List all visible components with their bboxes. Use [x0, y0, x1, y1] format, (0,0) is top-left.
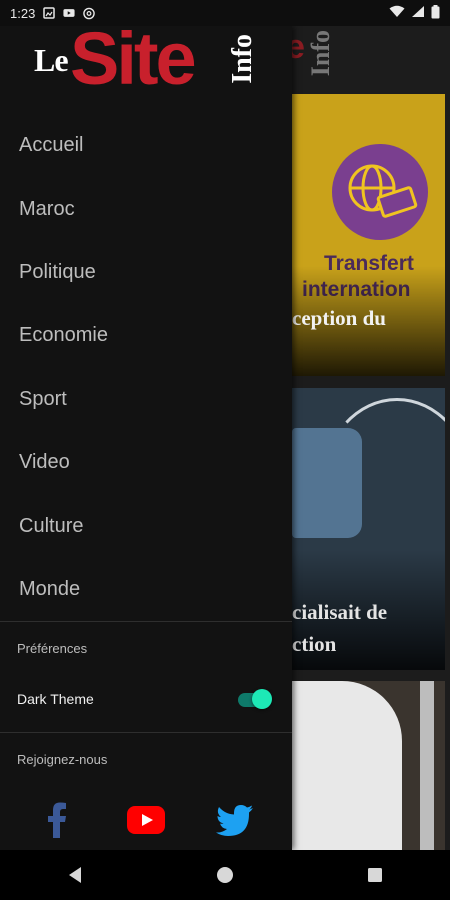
logo-le: Le	[34, 42, 69, 78]
youtube-icon[interactable]	[126, 800, 166, 840]
headline-line: ction	[292, 632, 337, 656]
menu-item-economie[interactable]: Economie	[0, 304, 292, 367]
background-post	[420, 681, 434, 851]
globe-money-icon	[332, 144, 428, 240]
back-icon[interactable]	[55, 855, 95, 895]
status-right	[389, 4, 440, 22]
home-icon[interactable]	[205, 855, 245, 895]
logo-site: Site	[70, 17, 197, 100]
chef-image	[292, 681, 402, 851]
dark-theme-toggle[interactable]	[236, 689, 272, 710]
menu-item-video[interactable]: Video	[0, 431, 292, 494]
menu-item-maroc[interactable]: Maroc	[0, 177, 292, 240]
battery-icon	[431, 4, 440, 22]
signal-icon	[411, 5, 425, 21]
wifi-icon	[389, 5, 405, 21]
article-card[interactable]: cialisait de ction	[292, 388, 445, 670]
recents-icon[interactable]	[355, 855, 395, 895]
article-headline: ception du	[292, 306, 386, 330]
article-headline: cialisait de ction	[292, 596, 387, 660]
header-logo-fragment: e Info	[292, 26, 352, 90]
dark-theme-label: Dark Theme	[17, 691, 94, 708]
drawer-menu: Accueil Maroc Politique Economie Sport V…	[0, 114, 292, 621]
youtube-icon	[63, 7, 75, 19]
dark-theme-row[interactable]: Dark Theme	[0, 674, 292, 724]
join-us-section-label: Rejoignez-nous	[17, 751, 108, 767]
menu-item-culture[interactable]: Culture	[0, 494, 292, 557]
social-links	[0, 785, 292, 845]
logo-fragment-e: e	[292, 28, 305, 66]
site-logo[interactable]: Le Site Info	[0, 22, 292, 110]
article-card[interactable]: Transfert internation ception du	[292, 94, 445, 376]
system-nav-bar	[0, 850, 450, 900]
logo-fragment-info: Info	[306, 30, 335, 77]
twitter-icon[interactable]	[215, 800, 255, 840]
at-sign-icon	[83, 7, 96, 19]
article-card[interactable]	[292, 681, 445, 851]
menu-item-monde[interactable]: Monde	[0, 558, 292, 621]
status-time: 1:23	[10, 5, 36, 21]
toggle-thumb	[252, 689, 272, 710]
headline-line: cialisait de	[292, 600, 388, 624]
logo-info: Info	[227, 34, 258, 84]
navigation-drawer: Le Site Info Accueil Maroc Politique Eco…	[0, 22, 292, 850]
status-bar: 1:23	[0, 0, 450, 26]
facebook-icon[interactable]	[37, 800, 77, 840]
menu-item-accueil[interactable]: Accueil	[0, 114, 292, 177]
gallery-icon	[43, 7, 56, 19]
status-left: 1:23	[10, 5, 96, 21]
menu-item-sport[interactable]: Sport	[0, 368, 292, 431]
preferences-section-label: Préférences	[17, 640, 88, 656]
menu-item-politique[interactable]: Politique	[0, 241, 292, 304]
face-mask-image	[292, 428, 362, 538]
